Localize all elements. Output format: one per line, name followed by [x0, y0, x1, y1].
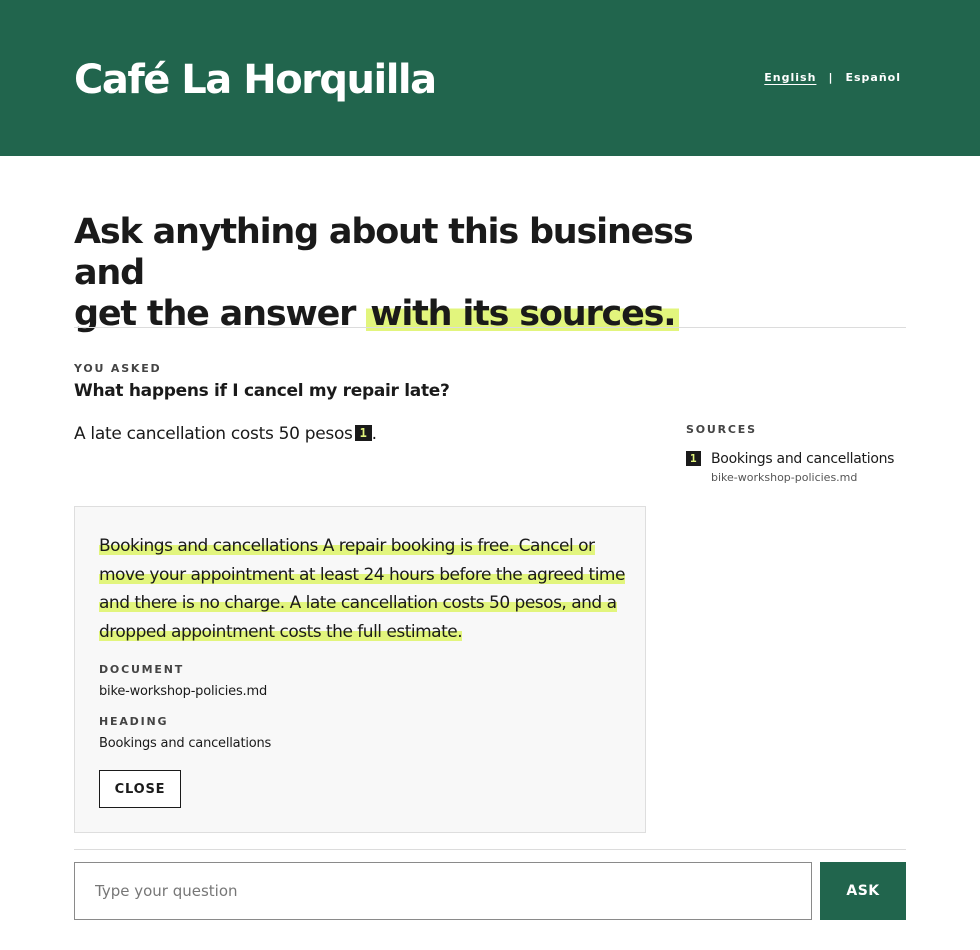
source-file: bike-workshop-policies.md: [711, 471, 858, 484]
source-number: 1: [686, 451, 701, 466]
answer-period: .: [371, 424, 377, 444]
user-question: What happens if I cancel my repair late?: [74, 381, 450, 401]
hero-line-2: get the answer: [74, 294, 356, 334]
language-switcher: English | Español: [764, 71, 901, 84]
site-header: Café La Horquilla English | Español: [0, 0, 980, 156]
answer-text: A late cancellation costs 50 pesos 1.: [74, 424, 377, 444]
question-input[interactable]: [74, 862, 812, 920]
heading-value: Bookings and cancellations: [99, 736, 272, 751]
source-excerpt: Bookings and cancellations A repair book…: [99, 532, 629, 647]
close-button[interactable]: CLOSE: [99, 770, 181, 808]
you-asked-label: YOU ASKED: [74, 362, 162, 375]
document-label: DOCUMENT: [99, 663, 185, 676]
hero-line-1: Ask anything about this business and: [74, 212, 694, 293]
hero-highlight: with its sources.: [366, 294, 680, 334]
divider: [74, 849, 906, 850]
brand-name[interactable]: Café La Horquilla: [74, 56, 437, 104]
ask-button[interactable]: ASK: [820, 862, 906, 920]
answer-body: A late cancellation costs 50 pesos: [74, 424, 353, 444]
sources-label: SOURCES: [686, 423, 757, 436]
lang-english-link[interactable]: English: [764, 71, 816, 84]
source-title[interactable]: Bookings and cancellations: [711, 451, 894, 467]
lang-spanish-link[interactable]: Español: [845, 71, 901, 84]
divider: [74, 327, 906, 328]
citation-marker[interactable]: 1: [354, 425, 372, 441]
document-value: bike-workshop-policies.md: [99, 684, 267, 699]
hero-heading: Ask anything about this business and get…: [74, 212, 694, 335]
excerpt-highlight: Bookings and cancellations A repair book…: [99, 536, 625, 643]
lang-separator: |: [828, 71, 834, 84]
heading-label: HEADING: [99, 715, 169, 728]
source-excerpt-panel: Bookings and cancellations A repair book…: [74, 506, 646, 833]
